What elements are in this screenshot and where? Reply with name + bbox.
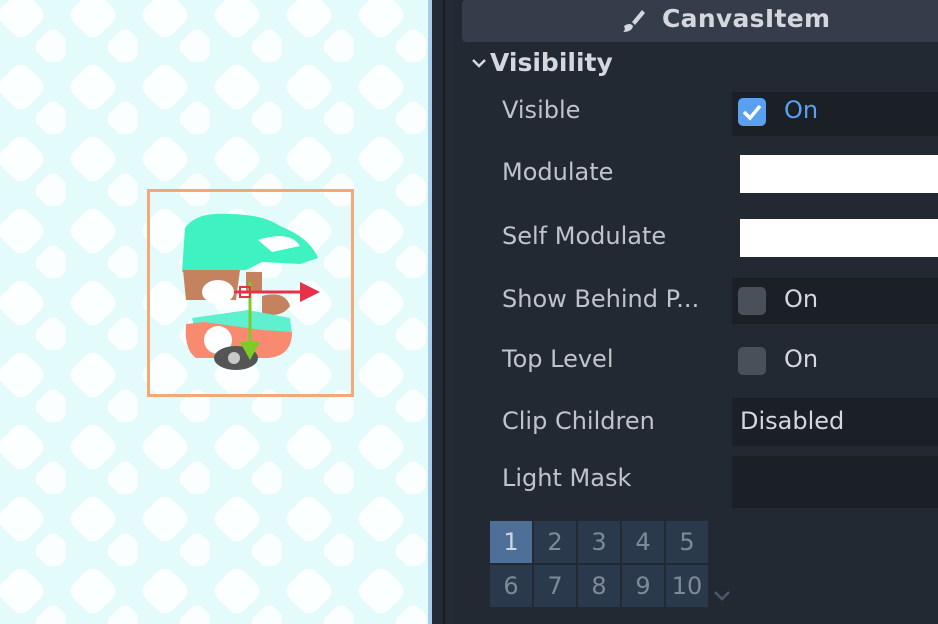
class-header-title: CanvasItem (662, 4, 831, 33)
chevron-down-icon[interactable] (712, 589, 732, 603)
light-mask-layer-5[interactable]: 5 (666, 521, 708, 563)
modulate-label: Modulate (502, 158, 614, 186)
light-mask-layer-3[interactable]: 3 (578, 521, 620, 563)
show-behind-parent-checkbox[interactable] (738, 287, 766, 315)
class-header: CanvasItem (462, 0, 938, 42)
clip-children-dropdown[interactable]: Disabled (740, 407, 844, 435)
light-mask-layer-1[interactable]: 1 (490, 521, 532, 563)
show-behind-parent-value[interactable]: On (784, 285, 818, 313)
light-mask-layer-9[interactable]: 9 (622, 565, 664, 607)
section-visibility-title: Visibility (490, 48, 613, 77)
inspector-panel: CanvasItem Visibility Visible On Modulat… (454, 0, 938, 624)
light-mask-label: Light Mask (502, 464, 632, 492)
section-visibility[interactable]: Visibility (462, 44, 938, 86)
dock-separator-line (443, 0, 445, 624)
clip-children-label: Clip Children (502, 407, 655, 435)
light-mask-layer-7[interactable]: 7 (534, 565, 576, 607)
move-gizmo-icon[interactable] (0, 0, 428, 624)
light-mask-layer-8[interactable]: 8 (578, 565, 620, 607)
canvas-viewport[interactable] (0, 0, 428, 624)
checkbox-checked-icon (742, 104, 762, 121)
self-modulate-color-picker[interactable] (740, 219, 938, 257)
modulate-color-picker[interactable] (740, 155, 938, 193)
light-mask-layer-2[interactable]: 2 (534, 521, 576, 563)
show-behind-parent-label: Show Behind P... (502, 285, 700, 313)
top-level-checkbox[interactable] (738, 347, 766, 375)
visible-label: Visible (502, 96, 581, 124)
self-modulate-label: Self Modulate (502, 222, 667, 250)
visible-value[interactable]: On (784, 96, 818, 124)
chevron-down-icon[interactable] (470, 54, 488, 72)
light-mask-layer-4[interactable]: 4 (622, 521, 664, 563)
top-level-label: Top Level (502, 345, 614, 373)
light-mask-row-bg (732, 456, 938, 508)
light-mask-layer-10[interactable]: 10 (666, 565, 708, 607)
top-level-value[interactable]: On (784, 345, 818, 373)
visible-checkbox[interactable] (738, 98, 766, 126)
paint-brush-icon (623, 10, 645, 32)
light-mask-layer-6[interactable]: 6 (490, 565, 532, 607)
